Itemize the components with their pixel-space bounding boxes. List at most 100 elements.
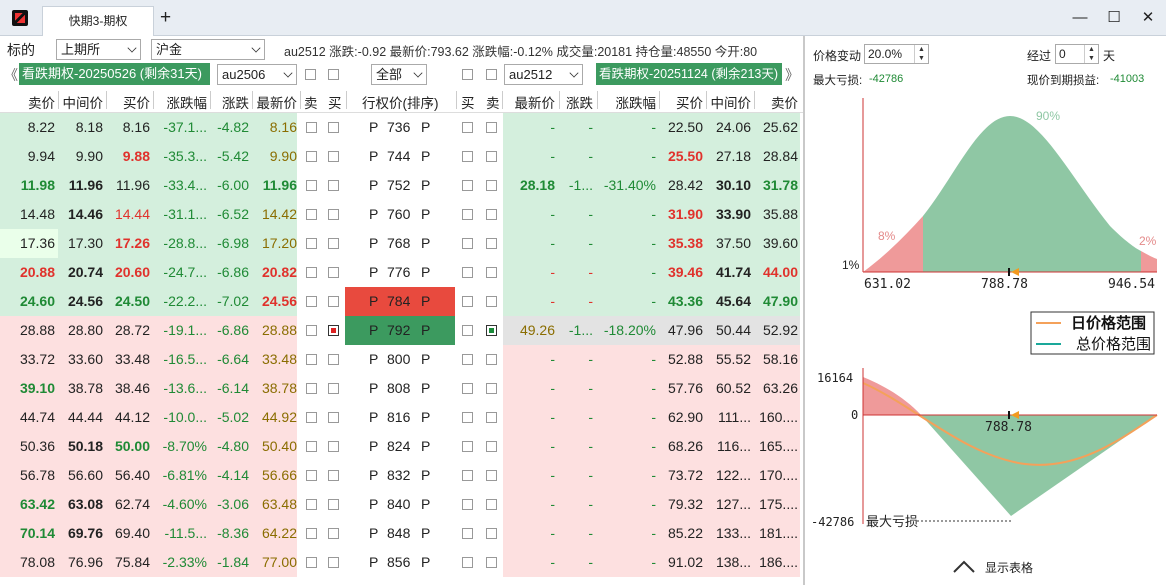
left-cell-3[interactable]: -28.8...: [163, 235, 207, 251]
header-right-3[interactable]: 涨跌: [566, 92, 593, 112]
left-cell-5[interactable]: 14.42: [262, 206, 297, 222]
left-cell-4[interactable]: -3.06: [217, 496, 249, 512]
right-cell-2[interactable]: -: [651, 525, 656, 541]
tab-quick-option[interactable]: 快期3-期权: [42, 6, 154, 36]
right-cell-0[interactable]: -: [550, 496, 555, 512]
left-cell-0[interactable]: 28.88: [20, 322, 55, 338]
left-cell-0[interactable]: 24.60: [20, 293, 55, 309]
right-buy-all-checkbox[interactable]: [462, 69, 473, 80]
right-cell-4[interactable]: 116...: [717, 438, 751, 454]
table-row[interactable]: 11.98 11.96 11.96 -33.4... -6.00 11.96 P 752 P 28…: [0, 171, 803, 200]
left-cell-5[interactable]: 9.90: [270, 148, 297, 164]
right-cell-3[interactable]: 39.46: [668, 264, 703, 280]
right-buy-checkbox[interactable]: [462, 267, 473, 278]
left-cell-2[interactable]: 24.50: [115, 293, 150, 309]
right-cell-3[interactable]: 31.90: [668, 206, 703, 222]
left-cell-4[interactable]: -5.42: [217, 148, 249, 164]
right-cell-5[interactable]: 44.00: [763, 264, 798, 280]
left-buy-checkbox[interactable]: [328, 209, 339, 220]
left-cell-1[interactable]: 38.78: [68, 380, 103, 396]
left-buy-checkbox[interactable]: [328, 180, 339, 191]
left-cell-2[interactable]: 11.96: [116, 177, 150, 193]
left-cell-4[interactable]: -8.36: [217, 525, 249, 541]
right-sell-checkbox[interactable]: [486, 296, 497, 307]
right-cell-5[interactable]: 186....: [759, 554, 798, 570]
header-left-2[interactable]: 买价: [123, 92, 150, 112]
left-cell-3[interactable]: -33.4...: [163, 177, 207, 193]
right-cell-4[interactable]: 133...: [716, 525, 751, 541]
right-cell-0[interactable]: -: [550, 119, 555, 135]
left-sell-checkbox[interactable]: [306, 180, 317, 191]
left-sell-checkbox[interactable]: [306, 557, 317, 568]
right-cell-5[interactable]: 47.90: [763, 293, 798, 309]
add-tab-button[interactable]: +: [160, 8, 171, 28]
column-divider[interactable]: [252, 91, 253, 109]
left-cell-5[interactable]: 64.22: [262, 525, 297, 541]
right-cell-5[interactable]: 170....: [759, 467, 798, 483]
header-left-6[interactable]: 卖: [304, 92, 318, 112]
strike-cell[interactable]: P 856 P: [345, 548, 455, 577]
header-left-7[interactable]: 买: [328, 92, 342, 112]
column-divider[interactable]: [58, 91, 59, 109]
right-cell-4[interactable]: 30.10: [716, 177, 751, 193]
left-sell-checkbox[interactable]: [306, 499, 317, 510]
left-cell-0[interactable]: 78.08: [20, 554, 55, 570]
left-cell-3[interactable]: -24.7...: [163, 264, 207, 280]
right-cell-5[interactable]: 39.60: [763, 235, 798, 251]
left-cell-1[interactable]: 56.60: [68, 467, 103, 483]
strike-cell[interactable]: P 808 P: [345, 374, 455, 403]
left-cell-4[interactable]: -6.00: [217, 177, 249, 193]
right-cell-3[interactable]: 52.88: [668, 351, 703, 367]
right-cell-1[interactable]: -: [588, 235, 593, 251]
right-cell-4[interactable]: 45.64: [716, 293, 751, 309]
right-sell-checkbox[interactable]: [486, 151, 497, 162]
strike-cell[interactable]: P 752 P: [345, 171, 455, 200]
product-select[interactable]: 沪金: [151, 39, 265, 60]
left-sell-checkbox[interactable]: [306, 470, 317, 481]
right-cell-3[interactable]: 43.36: [668, 293, 703, 309]
header-right-2[interactable]: 最新价: [515, 92, 556, 112]
column-divider[interactable]: [706, 91, 707, 109]
left-cell-5[interactable]: 24.56: [262, 293, 297, 309]
left-cell-4[interactable]: -6.86: [217, 264, 249, 280]
left-buy-checkbox[interactable]: [328, 296, 339, 307]
left-cell-0[interactable]: 14.48: [20, 206, 55, 222]
right-cell-1[interactable]: -: [588, 438, 593, 454]
right-cell-3[interactable]: 57.76: [668, 380, 703, 396]
right-cell-2[interactable]: -: [651, 148, 656, 164]
right-cell-3[interactable]: 79.32: [668, 496, 703, 512]
left-cell-5[interactable]: 11.96: [263, 177, 297, 193]
strike-cell[interactable]: P 792 P: [345, 316, 455, 345]
right-cell-5[interactable]: 28.84: [763, 148, 798, 164]
left-cell-1[interactable]: 24.56: [68, 293, 103, 309]
right-cell-0[interactable]: -: [550, 148, 555, 164]
right-cell-4[interactable]: 27.18: [716, 148, 751, 164]
left-buy-checkbox[interactable]: [328, 383, 339, 394]
right-cell-5[interactable]: 31.78: [763, 177, 798, 193]
left-cell-3[interactable]: -6.81%: [163, 467, 207, 483]
right-cell-2[interactable]: -: [651, 119, 656, 135]
left-buy-checkbox[interactable]: [328, 354, 339, 365]
right-sell-checkbox[interactable]: [486, 383, 497, 394]
left-cell-2[interactable]: 56.40: [115, 467, 150, 483]
right-cell-0[interactable]: -: [550, 293, 555, 309]
right-buy-checkbox[interactable]: [462, 238, 473, 249]
right-sell-checkbox[interactable]: [486, 412, 497, 423]
left-buy-checkbox[interactable]: [328, 267, 339, 278]
right-buy-checkbox[interactable]: [462, 354, 473, 365]
left-cell-0[interactable]: 9.94: [28, 148, 55, 164]
strike-cell[interactable]: P 768 P: [345, 229, 455, 258]
left-cell-3[interactable]: -16.5...: [163, 351, 207, 367]
left-cell-1[interactable]: 9.90: [76, 148, 103, 164]
column-divider[interactable]: [300, 91, 301, 109]
column-divider[interactable]: [502, 91, 503, 109]
column-divider[interactable]: [106, 91, 107, 109]
right-cell-5[interactable]: 165....: [759, 438, 798, 454]
left-cell-4[interactable]: -4.80: [217, 438, 249, 454]
right-cell-2[interactable]: -: [651, 264, 656, 280]
left-cell-4[interactable]: -1.84: [217, 554, 249, 570]
right-cell-5[interactable]: 52.92: [763, 322, 798, 338]
left-cell-5[interactable]: 17.20: [262, 235, 297, 251]
right-cell-5[interactable]: 175....: [759, 496, 798, 512]
right-buy-checkbox[interactable]: [462, 412, 473, 423]
